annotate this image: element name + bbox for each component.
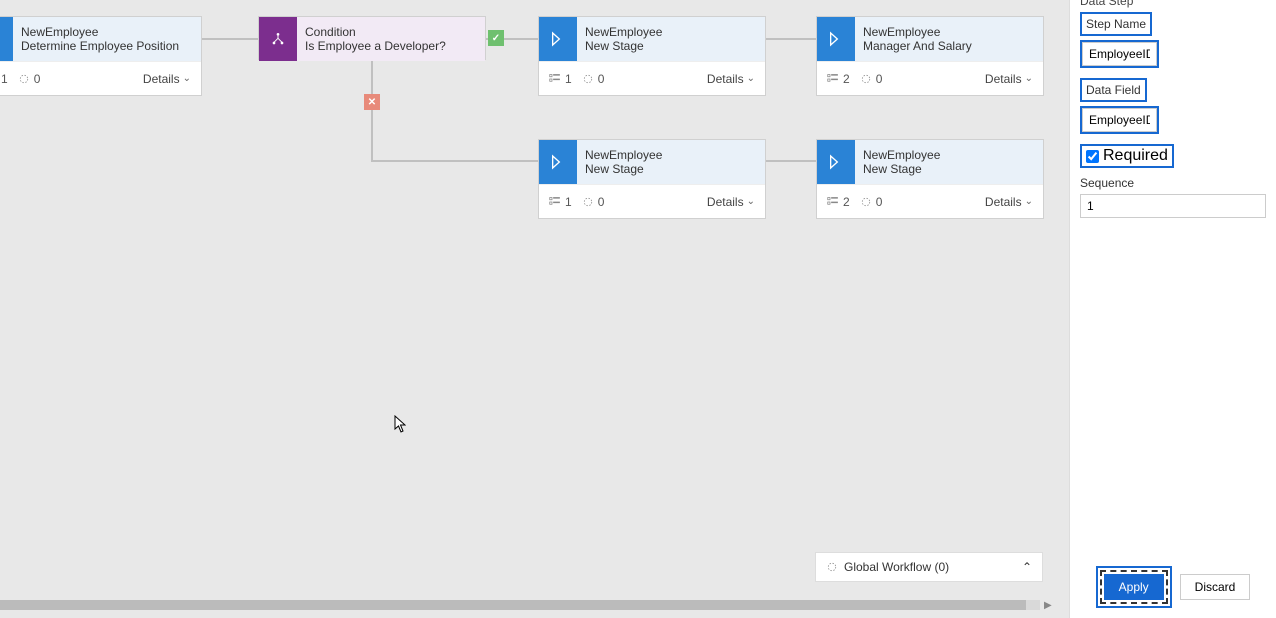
stage-icon	[817, 17, 855, 61]
data-field-label: Data Field	[1086, 83, 1141, 97]
node-subtitle: New Stage	[585, 162, 757, 176]
scroll-right-arrow[interactable]: ▶	[1044, 600, 1056, 610]
details-toggle[interactable]: Details⌄	[707, 195, 755, 209]
panel-header: Data Step	[1080, 0, 1266, 12]
connector	[766, 160, 816, 162]
global-workflow-bar[interactable]: Global Workflow (0) ⌃	[815, 552, 1043, 582]
details-toggle[interactable]: Details⌄	[985, 72, 1033, 86]
details-toggle[interactable]: Details⌄	[985, 195, 1033, 209]
sequence-label: Sequence	[1080, 176, 1266, 190]
apply-button[interactable]: Apply	[1104, 574, 1164, 600]
node-subtitle: Manager And Salary	[863, 39, 1035, 53]
connector	[766, 38, 816, 40]
details-toggle[interactable]: Details⌄	[707, 72, 755, 86]
step-name-input[interactable]	[1082, 42, 1157, 66]
stage-icon	[539, 17, 577, 61]
node-subtitle: Determine Employee Position	[21, 39, 193, 53]
steps-count: 1	[0, 72, 8, 86]
steps-count: 1	[549, 195, 572, 209]
conditions-count: 0	[18, 72, 41, 86]
canvas-horizontal-scrollbar[interactable]: ▶	[0, 600, 1040, 610]
condition-false-badge[interactable]: ✕	[364, 94, 380, 110]
details-toggle[interactable]: Details⌄	[143, 72, 191, 86]
connector	[202, 38, 258, 40]
conditions-count: 0	[860, 72, 883, 86]
condition-icon	[259, 17, 297, 61]
node-title: NewEmployee	[863, 148, 1035, 162]
stage-icon	[0, 17, 13, 61]
stage-node-new-stage-2[interactable]: NewEmployee New Stage 1 0 Details⌄	[538, 139, 766, 219]
connector	[371, 160, 538, 162]
scrollbar-thumb[interactable]	[0, 600, 1026, 610]
chevron-down-icon: ⌄	[747, 73, 755, 84]
workflow-canvas[interactable]: NewEmployee Determine Employee Position …	[0, 0, 1069, 618]
stage-icon	[817, 140, 855, 184]
stage-node-manager-salary[interactable]: NewEmployee Manager And Salary 2 0 Detai…	[816, 16, 1044, 96]
required-label: Required	[1103, 147, 1168, 165]
chevron-up-icon: ⌃	[1022, 560, 1032, 574]
stage-node-new-stage-1[interactable]: NewEmployee New Stage 1 0 Details⌄	[538, 16, 766, 96]
properties-panel: Data Step Step Name Data Field Required …	[1069, 0, 1276, 618]
condition-true-badge[interactable]: ✓	[488, 30, 504, 46]
mouse-cursor-icon	[394, 415, 406, 433]
workflow-icon	[826, 561, 838, 573]
node-subtitle: Is Employee a Developer?	[305, 39, 477, 53]
node-subtitle: New Stage	[585, 39, 757, 53]
discard-button[interactable]: Discard	[1180, 574, 1251, 600]
node-subtitle: New Stage	[863, 162, 1035, 176]
steps-count: 2	[827, 72, 850, 86]
node-title: NewEmployee	[863, 25, 1035, 39]
stage-node-determine-position[interactable]: NewEmployee Determine Employee Position …	[0, 16, 202, 96]
data-field-input[interactable]	[1082, 108, 1157, 132]
chevron-down-icon: ⌄	[183, 73, 191, 84]
connector	[371, 60, 373, 160]
node-title: NewEmployee	[21, 25, 193, 39]
required-checkbox[interactable]	[1086, 150, 1099, 163]
sequence-input[interactable]	[1080, 194, 1266, 218]
chevron-down-icon: ⌄	[1025, 196, 1033, 207]
condition-node[interactable]: Condition Is Employee a Developer?	[258, 16, 486, 60]
chevron-down-icon: ⌄	[1025, 73, 1033, 84]
node-title: NewEmployee	[585, 148, 757, 162]
steps-count: 1	[549, 72, 572, 86]
chevron-down-icon: ⌄	[747, 196, 755, 207]
step-name-label: Step Name	[1086, 17, 1146, 31]
conditions-count: 0	[860, 195, 883, 209]
stage-node-new-stage-3[interactable]: NewEmployee New Stage 2 0 Details⌄	[816, 139, 1044, 219]
conditions-count: 0	[582, 195, 605, 209]
stage-icon	[539, 140, 577, 184]
node-title: Condition	[305, 25, 477, 39]
conditions-count: 0	[582, 72, 605, 86]
node-title: NewEmployee	[585, 25, 757, 39]
steps-count: 2	[827, 195, 850, 209]
global-workflow-label: Global Workflow (0)	[844, 560, 949, 574]
